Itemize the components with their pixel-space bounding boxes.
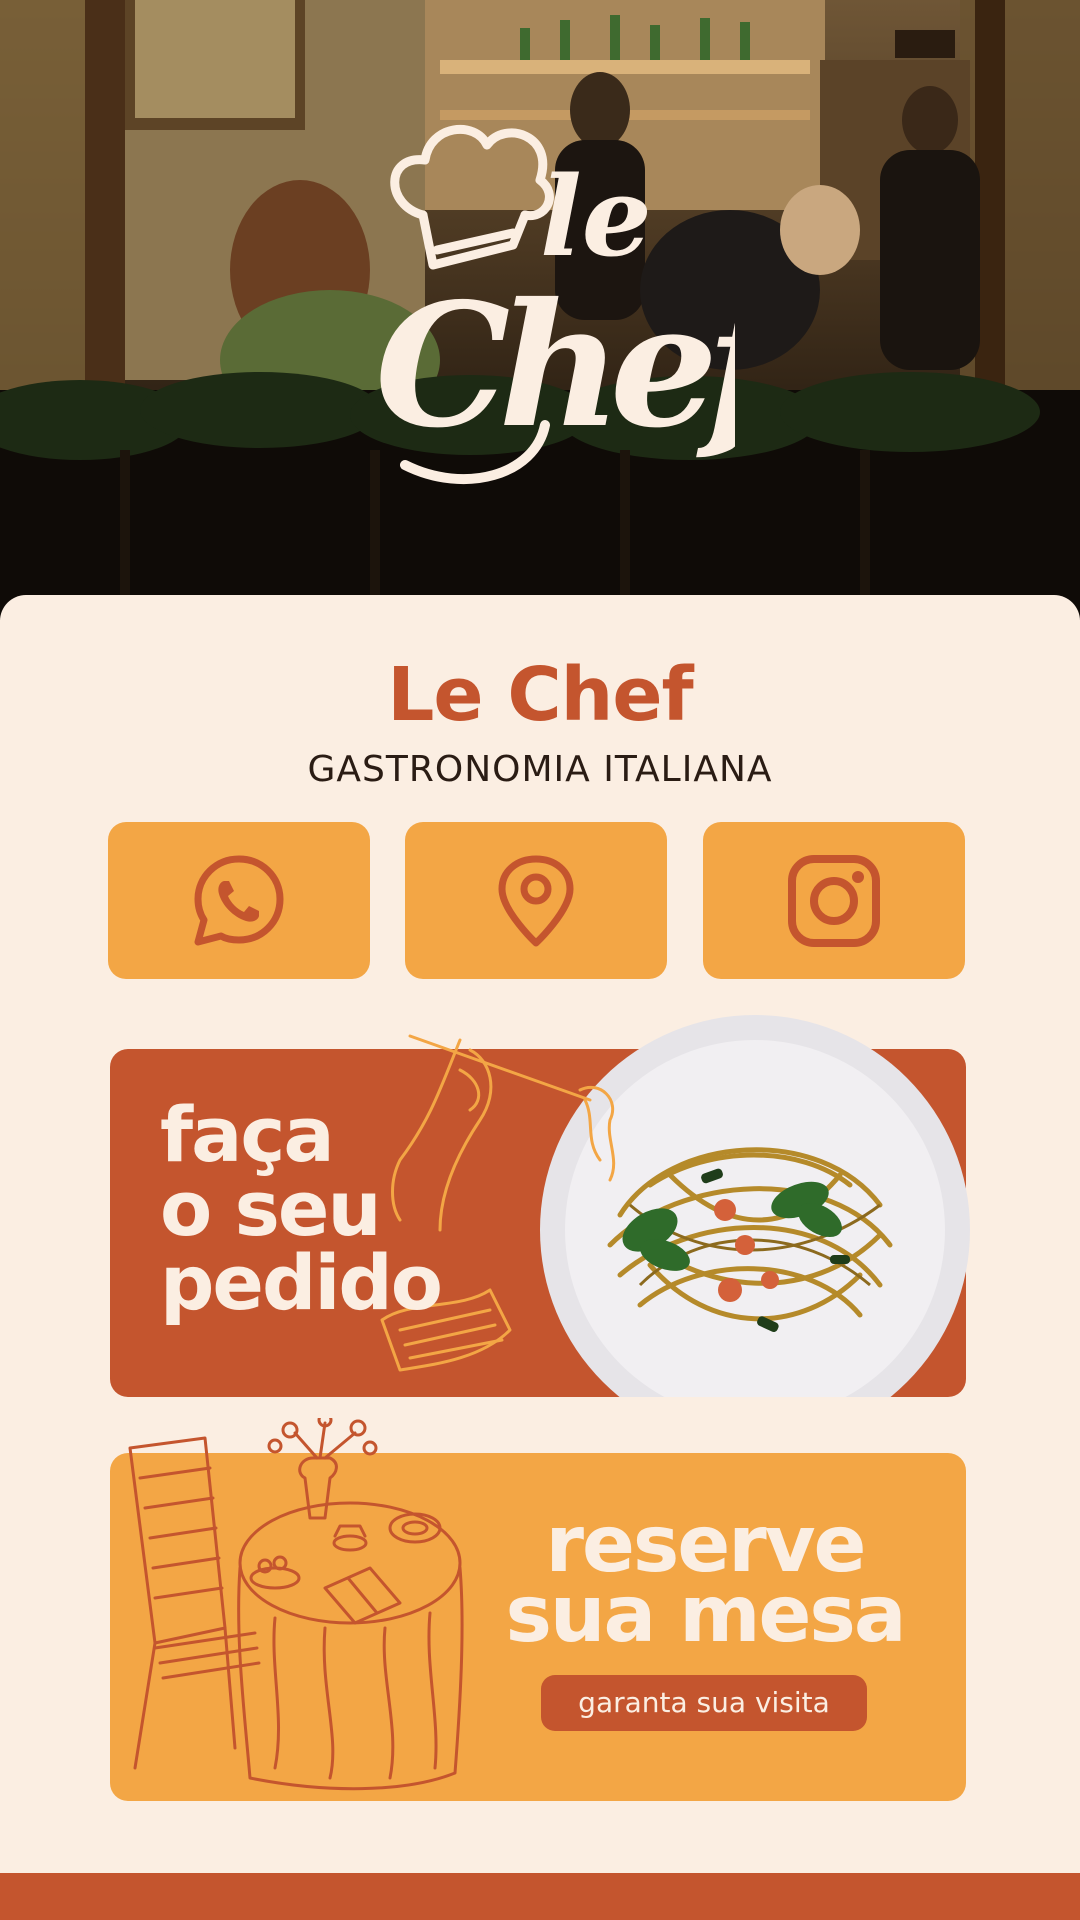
reserve-text-line2: sua mesa (505, 1570, 907, 1660)
instagram-icon (788, 854, 880, 947)
order-cta-text: faça o seu pedido (160, 1090, 520, 1327)
location-pin-icon (498, 855, 574, 946)
order-text-line3: pedido (160, 1238, 443, 1327)
svg-text:Chef: Chef (375, 266, 735, 466)
order-text-line1: faça (160, 1090, 335, 1179)
page-subtitle: GASTRONOMIA ITALIANA (307, 749, 773, 790)
svg-text:le: le (540, 152, 652, 281)
reserve-cta-text: reserve sua mesa (470, 1506, 940, 1660)
le-chef-logo: le Chef (375, 125, 735, 484)
page-title: Le Chef (387, 652, 693, 738)
whatsapp-button[interactable] (108, 822, 370, 979)
instagram-button[interactable] (703, 822, 965, 979)
footer-bar (0, 1873, 1080, 1920)
reserve-visit-button[interactable]: garanta sua visita (541, 1675, 867, 1731)
whatsapp-icon (194, 855, 284, 945)
location-button[interactable] (405, 822, 667, 979)
hero-banner: le Chef (0, 0, 1080, 620)
order-text-line2: o seu (160, 1164, 382, 1253)
